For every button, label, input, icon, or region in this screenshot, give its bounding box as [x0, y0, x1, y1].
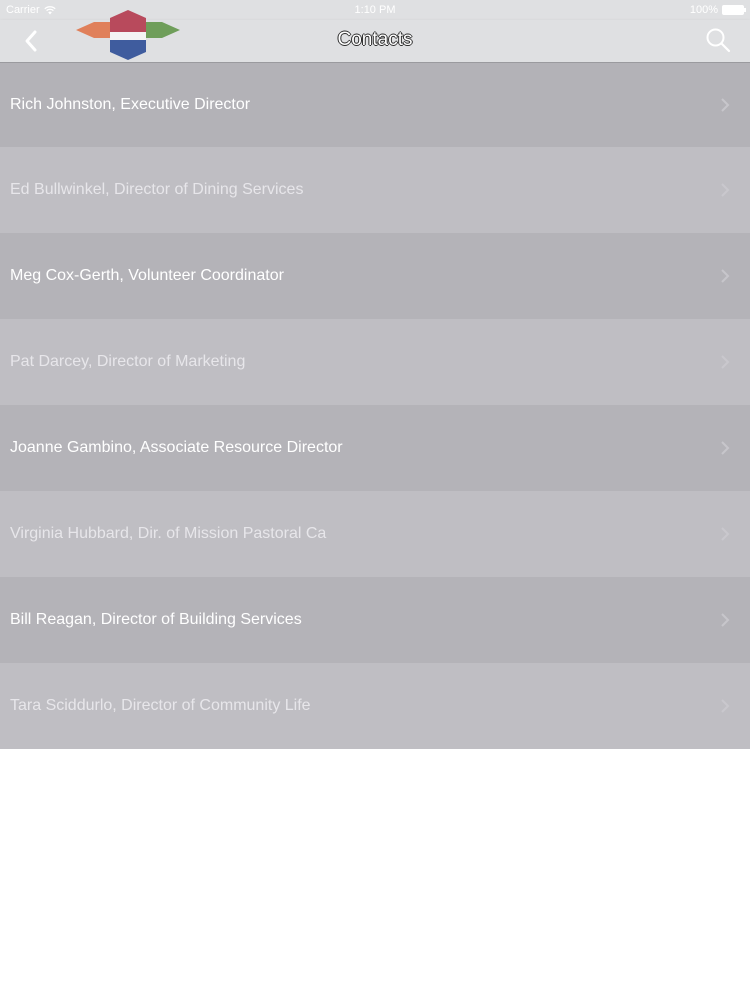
chevron-right-icon: [721, 355, 730, 369]
contact-row[interactable]: Joanne Gambino, Associate Resource Direc…: [0, 405, 750, 491]
search-icon: [706, 28, 731, 53]
chevron-left-icon: [25, 30, 37, 52]
contact-row[interactable]: Meg Cox-Gerth, Volunteer Coordinator: [0, 233, 750, 319]
battery-percent: 100%: [689, 4, 718, 16]
contact-row[interactable]: Bill Reagan, Director of Building Servic…: [0, 577, 750, 663]
contact-row[interactable]: Ed Bullwinkel, Director of Dining Servic…: [0, 147, 750, 233]
contact-label: Bill Reagan, Director of Building Servic…: [10, 611, 302, 628]
back-button[interactable]: [18, 26, 46, 56]
battery-icon: [722, 5, 746, 15]
contact-list: Rich Johnston, Executive Director Ed Bul…: [0, 63, 750, 749]
nav-bar: Contacts: [0, 10, 750, 63]
chevron-right-icon: [721, 527, 730, 541]
org-logo: [76, 10, 180, 60]
search-button[interactable]: [704, 26, 732, 54]
contact-label: Ed Bullwinkel, Director of Dining Servic…: [10, 181, 304, 198]
chevron-right-icon: [721, 613, 730, 627]
contact-row[interactable]: Pat Darcey, Director of Marketing: [0, 319, 750, 405]
contact-row[interactable]: Tara Sciddurlo, Director of Community Li…: [0, 663, 750, 749]
contact-row[interactable]: Virginia Hubbard, Dir. of Mission Pastor…: [0, 491, 750, 577]
chevron-right-icon: [721, 699, 730, 713]
contact-label: Joanne Gambino, Associate Resource Direc…: [10, 439, 343, 456]
status-battery: 100%: [689, 4, 746, 16]
contact-row[interactable]: Rich Johnston, Executive Director: [0, 63, 750, 147]
chevron-right-icon: [721, 269, 730, 283]
contact-label: Virginia Hubbard, Dir. of Mission Pastor…: [10, 525, 327, 542]
contact-label: Pat Darcey, Director of Marketing: [10, 353, 246, 370]
contact-label: Rich Johnston, Executive Director: [10, 96, 251, 113]
chevron-right-icon: [721, 183, 730, 197]
chevron-right-icon: [721, 98, 730, 112]
contact-label: Meg Cox-Gerth, Volunteer Coordinator: [10, 267, 284, 284]
chevron-right-icon: [721, 441, 730, 455]
contact-label: Tara Sciddurlo, Director of Community Li…: [10, 697, 311, 714]
